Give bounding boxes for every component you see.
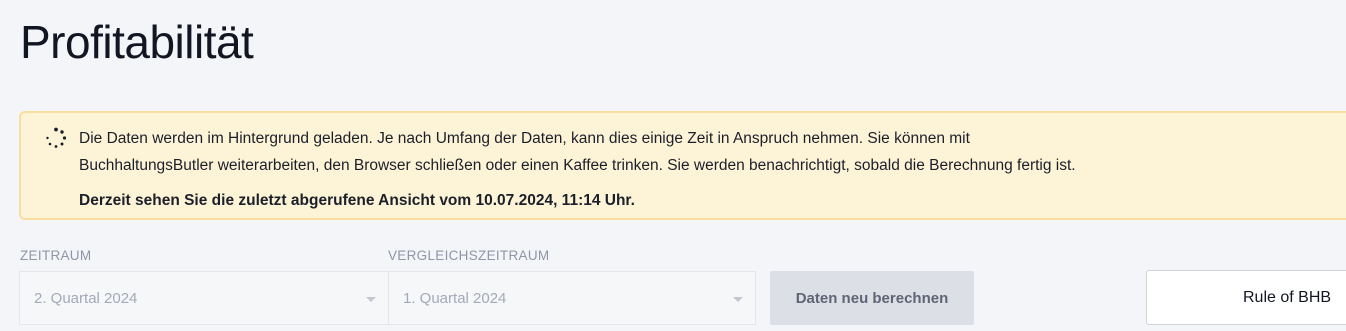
period-select-value: 2. Quartal 2024 (34, 290, 138, 307)
comparison-period-select-value: 1. Quartal 2024 (403, 290, 507, 307)
comparison-period-select[interactable]: 1. Quartal 2024 (388, 271, 756, 325)
page-title: Profitabilität (20, 16, 254, 68)
loading-notice: Die Daten werden im Hintergrund geladen.… (19, 111, 1346, 220)
notice-line-2: BuchhaltungsButler weiterarbeiten, den B… (79, 157, 1076, 174)
recalculate-data-button[interactable]: Daten neu berechnen (770, 271, 974, 325)
comparison-period-label: VERGLEICHSZEITRAUM (388, 248, 550, 263)
notice-current-view: Derzeit sehen Sie die zuletzt abgerufene… (79, 192, 635, 209)
profitability-page: Profitabilität Die Daten werden im Hinte… (0, 0, 1346, 331)
period-label: ZEITRAUM (20, 248, 92, 263)
period-select[interactable]: 2. Quartal 2024 (19, 271, 389, 325)
loading-spinner-icon (46, 127, 67, 148)
rule-of-bhb-button[interactable]: Rule of BHB (1146, 270, 1346, 325)
notice-line-1: Die Daten werden im Hintergrund geladen.… (79, 130, 970, 147)
notice-text: Die Daten werden im Hintergrund geladen.… (79, 125, 1339, 214)
chevron-down-icon (366, 297, 376, 302)
chevron-down-icon (733, 297, 743, 302)
